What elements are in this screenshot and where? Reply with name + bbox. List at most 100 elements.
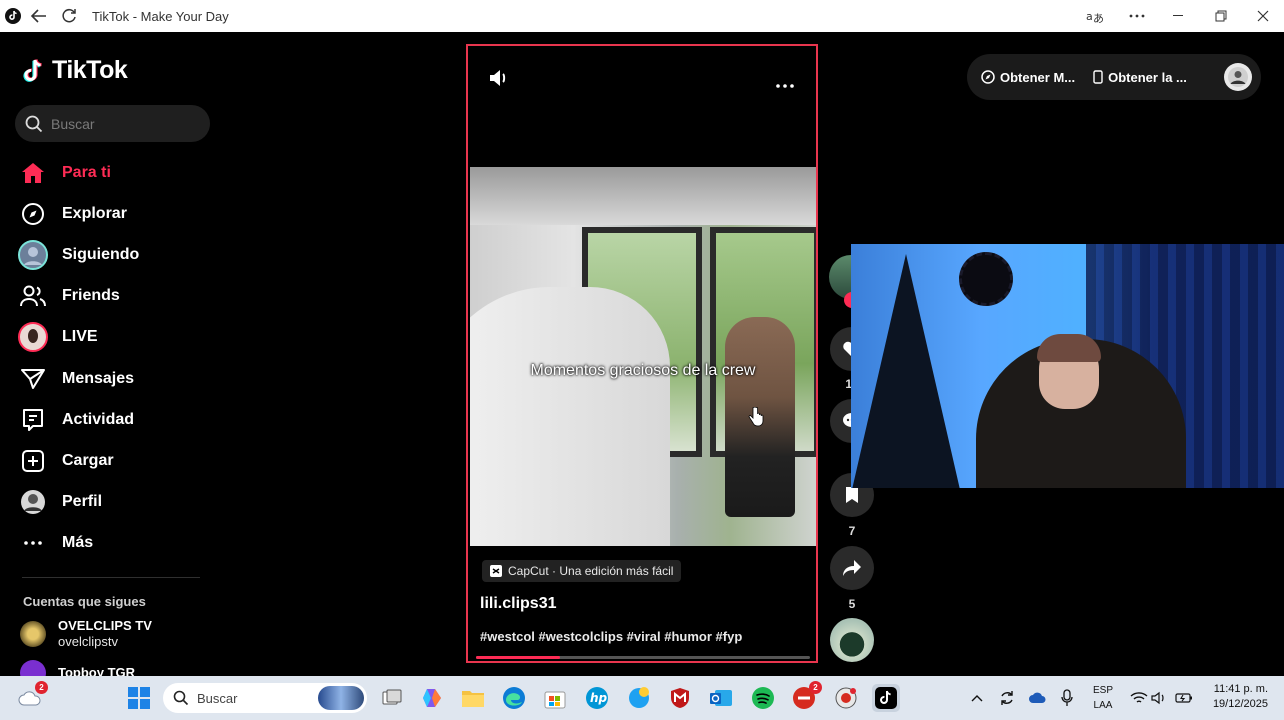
following-accounts-title: Cuentas que sigues bbox=[23, 594, 146, 609]
compass-icon bbox=[18, 199, 48, 229]
app-icon[interactable] bbox=[832, 684, 860, 712]
tiktok-wordmark: TikTok bbox=[52, 56, 128, 84]
store-icon[interactable] bbox=[541, 684, 569, 712]
tiktok-app-icon bbox=[0, 0, 26, 32]
taskbar-tiktok-icon[interactable] bbox=[872, 684, 900, 712]
account-avatar bbox=[20, 621, 46, 647]
get-mobile-app-label: Obtener la ... bbox=[1108, 69, 1187, 85]
input-language[interactable]: ESP LAA bbox=[1093, 683, 1113, 713]
video-more-icon[interactable] bbox=[776, 75, 796, 93]
capcut-tag[interactable]: CapCut · Una edición más fácil bbox=[482, 560, 682, 582]
sidebar: TikTok Para ti Explorar Siguiendo bbox=[0, 32, 220, 686]
get-mobile-app-button[interactable]: Obtener la ... bbox=[1093, 70, 1187, 85]
search-highlight-image bbox=[318, 686, 364, 710]
outlook-icon[interactable] bbox=[707, 684, 735, 712]
following-avatar-icon bbox=[18, 239, 48, 270]
sidebar-item-live[interactable]: LIVE bbox=[18, 317, 208, 358]
taskbar-search-label: Buscar bbox=[197, 690, 238, 706]
wreath bbox=[959, 252, 1013, 306]
sync-icon[interactable] bbox=[993, 684, 1021, 712]
sidebar-item-friends[interactable]: Friends bbox=[18, 276, 208, 317]
microphone-icon[interactable] bbox=[1053, 684, 1081, 712]
sidebar-item-label: Actividad bbox=[62, 410, 135, 428]
sidebar-item-label: Perfil bbox=[62, 493, 103, 511]
sidebar-item-siguiendo[interactable]: Siguiendo bbox=[18, 234, 208, 275]
user-avatar[interactable] bbox=[1224, 63, 1252, 91]
search-icon bbox=[25, 115, 43, 132]
upload-icon bbox=[18, 446, 48, 476]
translate-icon[interactable]: aあ bbox=[1074, 0, 1116, 32]
bookmark-icon bbox=[846, 487, 858, 503]
game-app-icon[interactable]: 2 bbox=[790, 681, 822, 712]
capcut-icon bbox=[490, 565, 502, 577]
sidebar-item-mensajes[interactable]: Mensajes bbox=[18, 358, 208, 399]
sidebar-item-mas[interactable]: Más bbox=[18, 523, 208, 564]
battery-icon[interactable] bbox=[1170, 684, 1198, 712]
clock-date: 19/12/2025 bbox=[1212, 698, 1268, 710]
sidebar-item-para-ti[interactable]: Para ti bbox=[18, 152, 208, 193]
video-author[interactable]: lili.clips31 bbox=[480, 595, 556, 613]
profile-avatar-icon bbox=[18, 487, 48, 517]
volume-tray-icon[interactable] bbox=[1145, 684, 1173, 712]
music-disc-avatar[interactable] bbox=[830, 618, 874, 662]
following-account-ovelclips[interactable]: OVELCLIPS TV ovelclipstv bbox=[20, 618, 152, 650]
sidebar-item-perfil[interactable]: Perfil bbox=[18, 482, 208, 523]
sidebar-search[interactable] bbox=[15, 105, 210, 142]
chevron-up-icon[interactable] bbox=[963, 684, 991, 712]
svg-text:a: a bbox=[1086, 10, 1093, 23]
search-input[interactable] bbox=[51, 115, 191, 132]
sidebar-item-actividad[interactable]: Actividad bbox=[18, 399, 208, 440]
friends-icon bbox=[18, 281, 48, 311]
share-count: 5 bbox=[848, 597, 856, 611]
sidebar-item-cargar[interactable]: Cargar bbox=[18, 440, 208, 481]
weather-app-icon[interactable] bbox=[625, 684, 653, 712]
account-name: OVELCLIPS TV bbox=[58, 618, 152, 633]
webcam-overlay bbox=[851, 244, 1284, 488]
minimize-icon[interactable] bbox=[1158, 0, 1200, 32]
video-card[interactable]: Momentos graciosos de la crew CapCut · U… bbox=[466, 44, 818, 663]
task-view-icon[interactable] bbox=[378, 684, 406, 712]
sidebar-item-label: Cargar bbox=[62, 451, 114, 469]
save-count: 7 bbox=[848, 524, 856, 538]
restore-icon[interactable] bbox=[1200, 0, 1242, 32]
more-options-icon[interactable] bbox=[1116, 0, 1158, 32]
header-actions: Obtener M... Obtener la ... bbox=[967, 54, 1261, 100]
edge-icon[interactable] bbox=[500, 684, 528, 712]
hp-icon[interactable]: hp bbox=[583, 684, 611, 712]
home-icon bbox=[18, 158, 48, 188]
close-icon[interactable] bbox=[1242, 0, 1284, 32]
back-arrow-icon[interactable] bbox=[26, 0, 52, 32]
window-titlebar: TikTok - Make Your Day aあ bbox=[0, 0, 1284, 32]
refresh-icon[interactable] bbox=[56, 0, 82, 32]
video-progress-bar[interactable] bbox=[476, 656, 810, 659]
share-button[interactable] bbox=[830, 546, 874, 590]
send-icon bbox=[18, 364, 48, 394]
sidebar-item-label: Más bbox=[62, 534, 94, 552]
mcafee-icon[interactable] bbox=[666, 684, 694, 712]
tiktok-logo[interactable]: TikTok bbox=[22, 56, 128, 85]
sidebar-divider bbox=[22, 577, 200, 578]
sidebar-item-label: Para ti bbox=[62, 163, 111, 181]
more-icon bbox=[18, 528, 48, 558]
christmas-tree bbox=[851, 254, 961, 488]
start-button[interactable] bbox=[125, 684, 153, 712]
cursor-hand-icon bbox=[748, 406, 764, 432]
spotify-icon[interactable] bbox=[749, 684, 777, 712]
live-avatar-icon bbox=[18, 322, 48, 353]
svg-text:hp: hp bbox=[590, 691, 608, 705]
get-app-button[interactable]: Obtener M... bbox=[981, 70, 1075, 85]
weather-icon[interactable]: 2 bbox=[16, 681, 48, 712]
sidebar-item-explorar[interactable]: Explorar bbox=[18, 193, 208, 234]
volume-icon[interactable] bbox=[488, 68, 510, 93]
video-hashtags[interactable]: #westcol #westcolclips #viral #humor #fy… bbox=[480, 629, 742, 644]
system-clock[interactable]: 11:41 p. m. 19/12/2025 bbox=[1213, 682, 1268, 712]
copilot-icon[interactable] bbox=[418, 684, 446, 712]
video-player[interactable]: Momentos graciosos de la crew bbox=[470, 167, 816, 546]
file-explorer-icon[interactable] bbox=[459, 684, 487, 712]
window-title: TikTok - Make Your Day bbox=[92, 8, 229, 24]
taskbar-search[interactable]: Buscar bbox=[163, 683, 367, 713]
video-progress-fill bbox=[476, 656, 560, 659]
sidebar-item-label: Mensajes bbox=[62, 369, 135, 387]
cloud-icon[interactable] bbox=[1023, 684, 1051, 712]
input-language-top: ESP bbox=[1093, 685, 1114, 696]
